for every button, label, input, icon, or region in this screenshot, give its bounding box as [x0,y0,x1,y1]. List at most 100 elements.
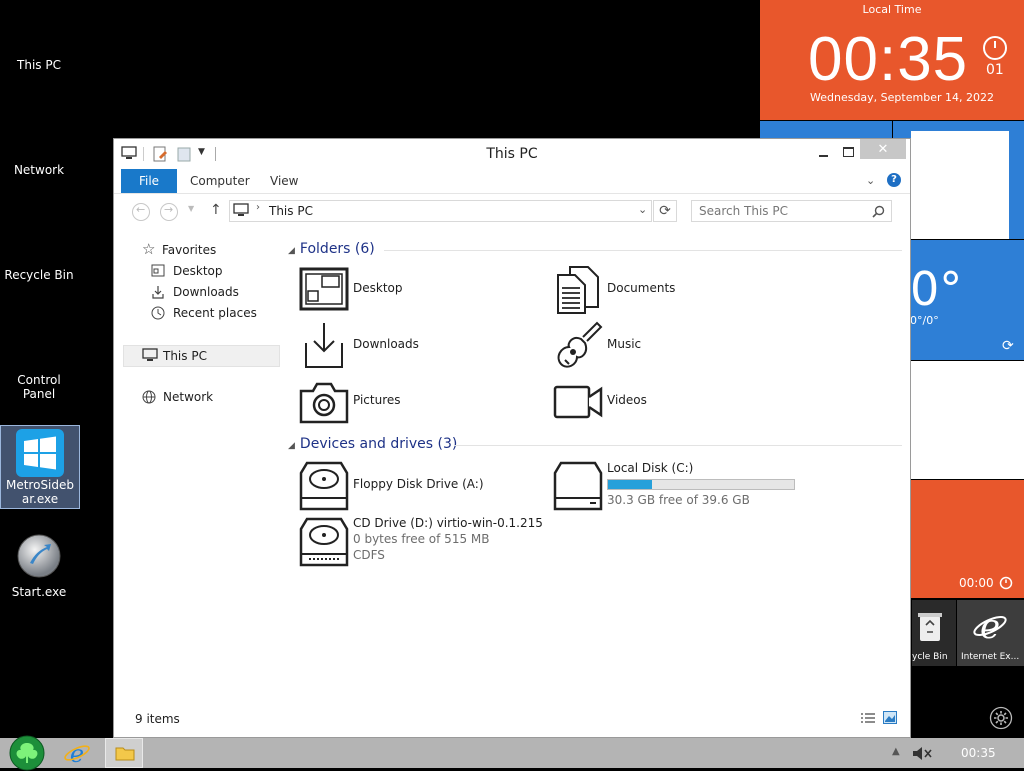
tab-computer[interactable]: Computer [190,169,250,193]
close-button[interactable]: ✕ [860,139,906,159]
desktop-icon-label: Control Panel [17,373,61,401]
nav-favorites[interactable]: ☆ Favorites [142,240,216,260]
item-count: 9 items [135,712,180,726]
item-label: Local Disk (C:) [607,461,694,475]
tab-file[interactable]: File [121,169,177,193]
videos-camera-icon [553,385,603,419]
clock-icon [983,36,1007,60]
status-bar: 9 items [114,709,910,737]
tab-view[interactable]: View [270,169,298,193]
desktop-icon [151,264,165,277]
taskbar-internet-explorer[interactable]: e [60,739,94,768]
desktop-icon-metrosidebar[interactable]: MetroSidebar.exe [0,425,80,509]
nav-label: Recent places [173,306,257,320]
content-pane: ◢ Folders (6) Desktop Documents Download… [284,235,909,705]
svg-text:e: e [70,740,84,767]
item-label: Videos [607,393,647,407]
minimize-button[interactable] [810,141,836,163]
weather-temp: 0° [910,262,963,316]
pictures-camera-icon [299,382,349,424]
clock-header: Local Time [862,3,922,16]
address-bar-row: ← → ▼ ↑ › This PC ⌄ ⟳ Search This PC [114,197,910,227]
item-label: Documents [607,281,676,295]
ribbon-expand-icon[interactable]: ⌄ [866,174,875,187]
collapse-icon: ◢ [288,246,295,256]
forward-button[interactable]: → [160,203,178,221]
user-avatar-icon [911,131,1009,239]
title-bar[interactable]: ▼ This PC ✕ [114,139,910,169]
search-input[interactable]: Search This PC [691,200,892,222]
nav-network[interactable]: Network [142,387,213,407]
large-icons-view-icon[interactable] [883,711,897,724]
recent-locations-icon[interactable]: ▼ [188,204,194,213]
cd-drive-icon [299,517,349,567]
svg-text:e: e [980,608,1000,644]
user-tile[interactable] [893,121,1024,239]
desktop-icon-recycle-bin[interactable]: Recycle Bin [0,268,78,282]
desktop-icon-label: This PC [17,58,61,72]
desktop-icon-this-pc[interactable]: This PC [0,58,78,72]
clock-tile[interactable]: Local Time 00:35 01 Wednesday, September… [760,0,1024,120]
timer-value: 00:00 [959,576,994,590]
clock-date: Wednesday, September 14, 2022 [810,91,994,104]
recycle-bin-icon [918,613,942,641]
nav-favorites-desktop[interactable]: Desktop [151,261,223,281]
item-label: CD Drive (D:) virtio-win-0.1.215 [353,516,543,530]
up-icon[interactable]: ↑ [210,202,222,218]
alarm-icon [999,576,1013,590]
drives-group-title: Devices and drives (3) [299,436,458,452]
internet-explorer-tile[interactable]: e Internet Ex... [957,600,1024,666]
hard-disk-icon [553,461,603,511]
start-button[interactable] [8,735,46,771]
refresh-button[interactable]: ⟳ [653,200,677,222]
breadcrumb-chevron-icon: › [256,202,260,213]
downloads-folder-icon [305,323,343,368]
ribbon-divider [114,193,910,194]
start-orb-icon [17,534,61,578]
recycle-bin-tile[interactable]: ycle Bin [912,600,956,666]
item-label: Downloads [353,337,419,351]
taskbar-file-explorer[interactable] [105,738,143,768]
help-icon[interactable]: ? [887,173,901,187]
speaker-muted-icon[interactable] [912,746,932,761]
maximize-button[interactable] [835,141,861,163]
folder-icon [115,747,135,761]
taskbar-clock[interactable]: 00:35 [961,746,996,760]
nav-favorites-recent-places[interactable]: Recent places [151,303,257,323]
folders-group-header[interactable]: ◢ Folders (6) [288,241,375,257]
disk-usage-fill [608,480,652,489]
desktop-icon-start[interactable]: Start.exe [0,533,78,599]
nav-this-pc[interactable]: This PC [123,345,280,367]
taskbar: e ▲ 00:35 [0,735,1024,771]
music-guitar-icon [557,321,603,368]
clock-seconds: 01 [986,62,1004,78]
refresh-icon[interactable]: ⟳ [1002,338,1014,354]
nav-favorites-downloads[interactable]: Downloads [151,282,239,302]
back-button[interactable]: ← [132,203,150,221]
show-hidden-icons-icon[interactable]: ▲ [892,746,900,757]
this-pc-icon [233,203,249,216]
recycle-bin-tile-label: ycle Bin [912,652,948,662]
disk-usage-bar [607,479,795,490]
desktop-icon-network[interactable]: Network [0,163,78,177]
recent-places-icon [151,306,165,320]
explorer-window: ▼ This PC ✕ File Computer View ⌄ ? ← → ▼… [113,138,911,738]
search-icon [872,205,885,218]
collapse-icon: ◢ [288,441,295,451]
documents-folder-icon [557,266,599,314]
drives-group-header[interactable]: ◢ Devices and drives (3) [288,436,457,452]
windows-logo-icon [16,429,64,477]
downloads-icon [152,286,164,299]
breadcrumb[interactable]: This PC [269,204,313,218]
address-dropdown-icon[interactable]: ⌄ [638,203,647,216]
gear-icon[interactable] [989,706,1013,730]
maximize-icon [842,147,854,157]
desktop-icon-control-panel[interactable]: Control Panel [0,373,78,401]
this-pc-icon [142,348,158,361]
navigation-pane: ☆ Favorites Desktop Downloads Recent pla… [114,235,284,705]
search-placeholder: Search This PC [699,204,788,218]
desktop-icon-label: Start.exe [11,585,67,599]
desktop-icon-label: Recycle Bin [4,268,74,282]
details-view-icon[interactable] [860,712,876,724]
address-field[interactable]: › This PC ⌄ [229,200,652,222]
